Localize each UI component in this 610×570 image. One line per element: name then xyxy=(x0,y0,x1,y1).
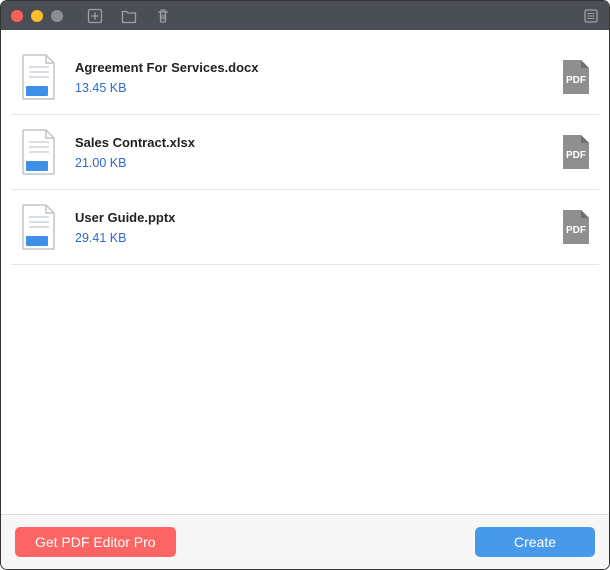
file-size: 21.00 KB xyxy=(75,156,545,170)
file-name: Sales Contract.xlsx xyxy=(75,135,545,150)
get-pro-button[interactable]: Get PDF Editor Pro xyxy=(15,527,176,557)
file-list: Agreement For Services.docx 13.45 KB PDF xyxy=(1,30,609,514)
list-view-icon[interactable] xyxy=(583,8,599,24)
traffic-lights xyxy=(11,10,63,22)
pdf-output-icon: PDF xyxy=(561,134,591,170)
app-window: Agreement For Services.docx 13.45 KB PDF xyxy=(0,0,610,570)
file-size: 29.41 KB xyxy=(75,231,545,245)
file-name: User Guide.pptx xyxy=(75,210,545,225)
trash-icon[interactable] xyxy=(155,8,171,24)
document-icon xyxy=(19,129,59,175)
document-icon xyxy=(19,204,59,250)
file-row[interactable]: Agreement For Services.docx 13.45 KB PDF xyxy=(11,40,599,115)
file-row[interactable]: Sales Contract.xlsx 21.00 KB PDF xyxy=(11,115,599,190)
document-icon xyxy=(19,54,59,100)
add-file-icon[interactable] xyxy=(87,8,103,24)
pdf-output-icon: PDF xyxy=(561,59,591,95)
footer: Get PDF Editor Pro Create xyxy=(1,514,609,569)
minimize-window-button[interactable] xyxy=(31,10,43,22)
file-row[interactable]: User Guide.pptx 29.41 KB PDF xyxy=(11,190,599,265)
svg-text:PDF: PDF xyxy=(566,75,586,86)
file-meta: Sales Contract.xlsx 21.00 KB xyxy=(75,135,545,170)
open-folder-icon[interactable] xyxy=(121,8,137,24)
svg-text:PDF: PDF xyxy=(566,150,586,161)
close-window-button[interactable] xyxy=(11,10,23,22)
file-meta: User Guide.pptx 29.41 KB xyxy=(75,210,545,245)
file-name: Agreement For Services.docx xyxy=(75,60,545,75)
file-meta: Agreement For Services.docx 13.45 KB xyxy=(75,60,545,95)
titlebar xyxy=(1,1,609,30)
svg-text:PDF: PDF xyxy=(566,225,586,236)
zoom-window-button[interactable] xyxy=(51,10,63,22)
pdf-output-icon: PDF xyxy=(561,209,591,245)
toolbar-icons xyxy=(87,8,171,24)
file-size: 13.45 KB xyxy=(75,81,545,95)
create-button[interactable]: Create xyxy=(475,527,595,557)
